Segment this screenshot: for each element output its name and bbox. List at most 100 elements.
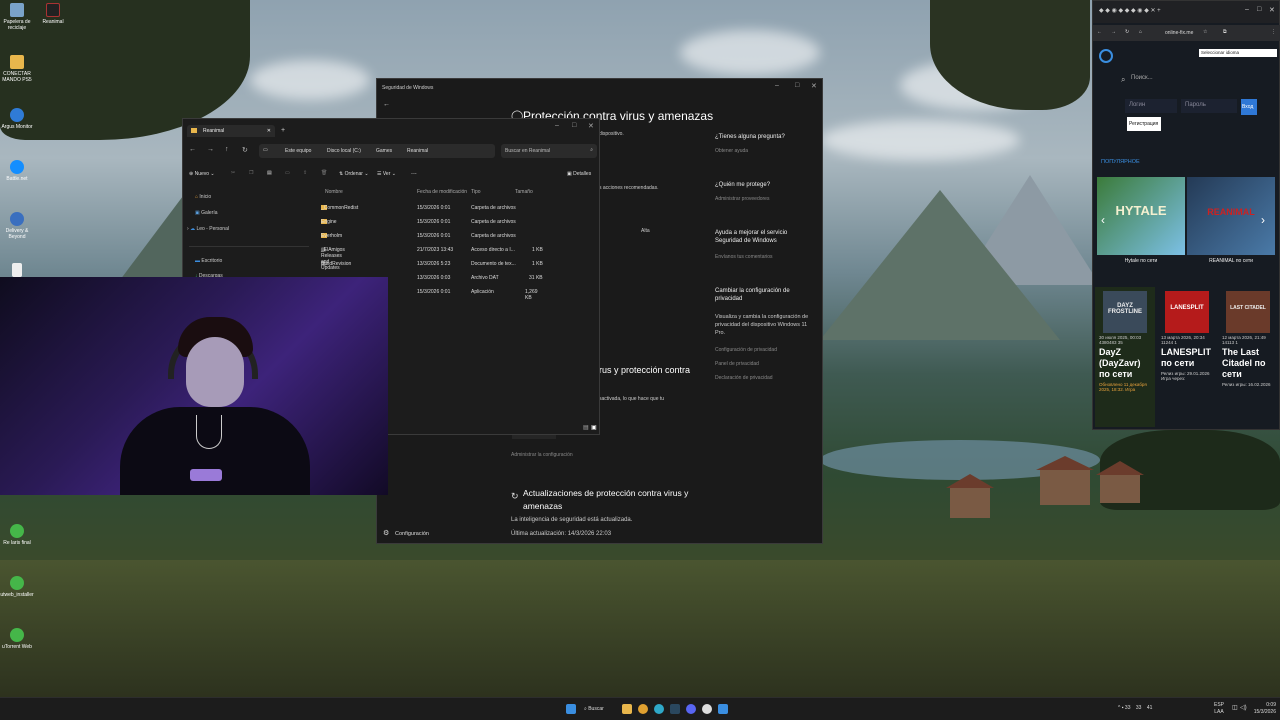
game-card-dayz[interactable]: DAYZ FROSTLINE 30 июля 2025, 00:03 43804… (1095, 287, 1155, 427)
game-card-lanesplit[interactable]: LANESPLIT 13 марта 2026, 20:34 11244 1 L… (1157, 287, 1217, 427)
forward-icon[interactable]: → (207, 146, 214, 153)
desktop-icon-mando[interactable]: CONECTAR MANDO PS5 (0, 55, 34, 83)
file-explorer-icon[interactable] (622, 704, 632, 714)
app-icon[interactable] (702, 704, 712, 714)
settings-link[interactable]: Configuración (395, 531, 429, 537)
new-tab-icon[interactable]: + (281, 127, 285, 134)
close-button[interactable]: ✕ (811, 82, 817, 90)
more-button[interactable]: ... (411, 169, 417, 176)
chrome-icon[interactable] (638, 704, 648, 714)
copy-icon[interactable]: ❐ (249, 170, 253, 176)
table-row[interactable]: Everholm 15/3/2026 0:01 Carpeta de archi… (319, 233, 544, 243)
site-search-input[interactable]: Поиск... (1131, 75, 1221, 87)
desktop-icon-recycle-bin[interactable]: Papelera de reciclaje (0, 3, 34, 31)
nav-item-desktop[interactable]: ▬ Escritorio (195, 258, 222, 264)
system-tray[interactable]: ^ ▪ 33 33 41 (1118, 705, 1152, 711)
minimize-button[interactable]: – (555, 122, 559, 129)
table-row[interactable]: ▤ _ElAmigos Releases and Updates 21/7/20… (319, 247, 544, 271)
url-text[interactable]: online-fix.me (1165, 30, 1193, 36)
discord-icon[interactable] (686, 704, 696, 714)
desktop-icon-argus[interactable]: Argus Monitor (0, 108, 34, 130)
minimize-button[interactable]: – (775, 82, 779, 89)
table-row[interactable]: ▤ BuildRevision 13/3/2026 5:23 Documento… (319, 261, 544, 271)
language-select[interactable]: Seleccionar idioma (1199, 49, 1277, 57)
language-indicator[interactable]: ESP LAA (1214, 702, 1224, 716)
tab-icons[interactable]: ◆ ◆ ◉ ◆ ◆ ◆ ◉ ◆ ✕ + (1099, 7, 1161, 14)
privacy-statement-link[interactable]: Declaración de privacidad (715, 375, 810, 382)
paste-icon[interactable]: ▤ (267, 170, 272, 176)
new-button[interactable]: ⊕ Nuevo ⌄ (189, 171, 215, 177)
maximize-button[interactable]: □ (572, 122, 576, 129)
clock[interactable]: 0:09 15/3/2026 (1250, 702, 1276, 716)
game-card-last-citadel[interactable]: LAST CITADEL 12 марта 2026, 21:49 14113 … (1218, 287, 1278, 427)
delete-icon[interactable]: 🗑 (321, 170, 327, 176)
maximize-button[interactable]: □ (795, 82, 799, 89)
desktop-icon-delivery[interactable]: Delivery & Beyond (0, 212, 34, 240)
security-shield-icon[interactable] (718, 704, 728, 714)
minimize-button[interactable]: – (1245, 6, 1249, 13)
chevron-left-icon[interactable]: ‹ (1101, 213, 1105, 227)
refresh-icon[interactable]: ↻ (1125, 29, 1129, 35)
desktop-icon-reanimal[interactable]: Reanimal (36, 3, 70, 25)
nav-item-home[interactable]: ⌂ Inicio (195, 194, 211, 200)
featured-card-hytale[interactable]: HYTALE Hytale по сети (1097, 177, 1185, 267)
maximize-button[interactable]: □ (1257, 6, 1261, 13)
column-size[interactable]: Tamaño (515, 189, 533, 195)
forward-icon[interactable]: → (1111, 29, 1116, 35)
breadcrumb-item[interactable]: Reanimal (407, 148, 428, 154)
close-button[interactable]: ✕ (1269, 6, 1275, 14)
up-icon[interactable]: ↑ (225, 146, 229, 153)
star-icon[interactable]: ☆ (1203, 29, 1207, 35)
chevron-right-icon[interactable]: › (1261, 213, 1265, 227)
rename-icon[interactable]: ▭ (285, 170, 290, 176)
back-icon[interactable]: ← (189, 146, 196, 153)
nav-item-onedrive[interactable]: › ☁ Leo - Personal (187, 226, 229, 232)
desktop-icon-battlenet[interactable]: Battle.net (0, 160, 34, 182)
column-date[interactable]: Fecha de modificación (417, 189, 467, 195)
table-row[interactable]: Engine 15/3/2026 0:01 Carpeta de archivo… (319, 219, 544, 229)
table-row[interactable]: _CommonRedist 15/3/2026 0:01 Carpeta de … (319, 205, 544, 215)
privacy-settings-link[interactable]: Configuración de privacidad (715, 347, 810, 354)
get-help-link[interactable]: Obtener ayuda (715, 148, 810, 155)
desktop-icon-relaris[interactable]: Re laris final (0, 524, 34, 546)
close-button[interactable]: ✕ (588, 122, 594, 130)
column-type[interactable]: Tipo (471, 189, 481, 195)
steam-icon[interactable] (670, 704, 680, 714)
taskbar-search[interactable]: ⌕ Buscar (584, 703, 614, 715)
privacy-dashboard-link[interactable]: Panel de privacidad (715, 361, 810, 368)
network-icon[interactable]: ◫ (1232, 704, 1238, 711)
feedback-link[interactable]: Envíanos tus comentarios (715, 254, 810, 261)
cut-icon[interactable]: ✂ (231, 170, 235, 176)
breadcrumb[interactable]: ▭ Este equipo Disco local (C:) Games Rea… (259, 144, 495, 158)
breadcrumb-item[interactable]: Este equipo (285, 148, 311, 154)
column-name[interactable]: Nombre (325, 189, 343, 195)
close-tab-icon[interactable]: ✕ (267, 128, 271, 134)
details-view-icon[interactable]: ▤ (583, 424, 589, 431)
breadcrumb-item[interactable]: Games (376, 148, 392, 154)
start-icon[interactable] (566, 704, 576, 714)
login-button[interactable]: Вход (1241, 99, 1257, 115)
back-arrow-icon[interactable]: ← (383, 101, 390, 108)
login-input[interactable]: Логин (1125, 99, 1177, 113)
back-icon[interactable]: ← (1097, 29, 1102, 35)
sort-button[interactable]: ⇅ Ordenar ⌄ (339, 171, 369, 177)
search-input[interactable]: Buscar en Reanimal ⌕ (501, 144, 597, 158)
gear-icon[interactable]: ⚙ (383, 529, 389, 537)
edge-icon[interactable] (654, 704, 664, 714)
nav-item-gallery[interactable]: ▣ Galería (195, 210, 218, 216)
breadcrumb-item[interactable]: Disco local (C:) (327, 148, 361, 154)
home-icon[interactable]: ⌂ (1139, 29, 1142, 35)
register-button[interactable]: Регистрация (1127, 117, 1161, 131)
refresh-icon[interactable]: ↻ (242, 146, 248, 154)
menu-icon[interactable]: ⋮ (1271, 29, 1276, 35)
volume-icon[interactable]: ◁) (1240, 704, 1247, 711)
site-logo-icon[interactable] (1099, 49, 1113, 63)
view-button[interactable]: ☰ Ver ⌄ (377, 171, 396, 177)
extensions-icon[interactable]: ⧉ (1223, 29, 1227, 35)
share-icon[interactable]: ⇪ (303, 170, 307, 176)
desktop-icon-utorrent-web[interactable]: uTorrent Web (0, 628, 34, 650)
tiles-view-icon[interactable]: ▣ (591, 424, 597, 431)
manage-providers-link[interactable]: Administrar proveedores (715, 196, 810, 203)
manage-settings-link[interactable]: Administrar la configuración (511, 452, 573, 458)
details-button[interactable]: ▣ Detalles (567, 171, 591, 177)
